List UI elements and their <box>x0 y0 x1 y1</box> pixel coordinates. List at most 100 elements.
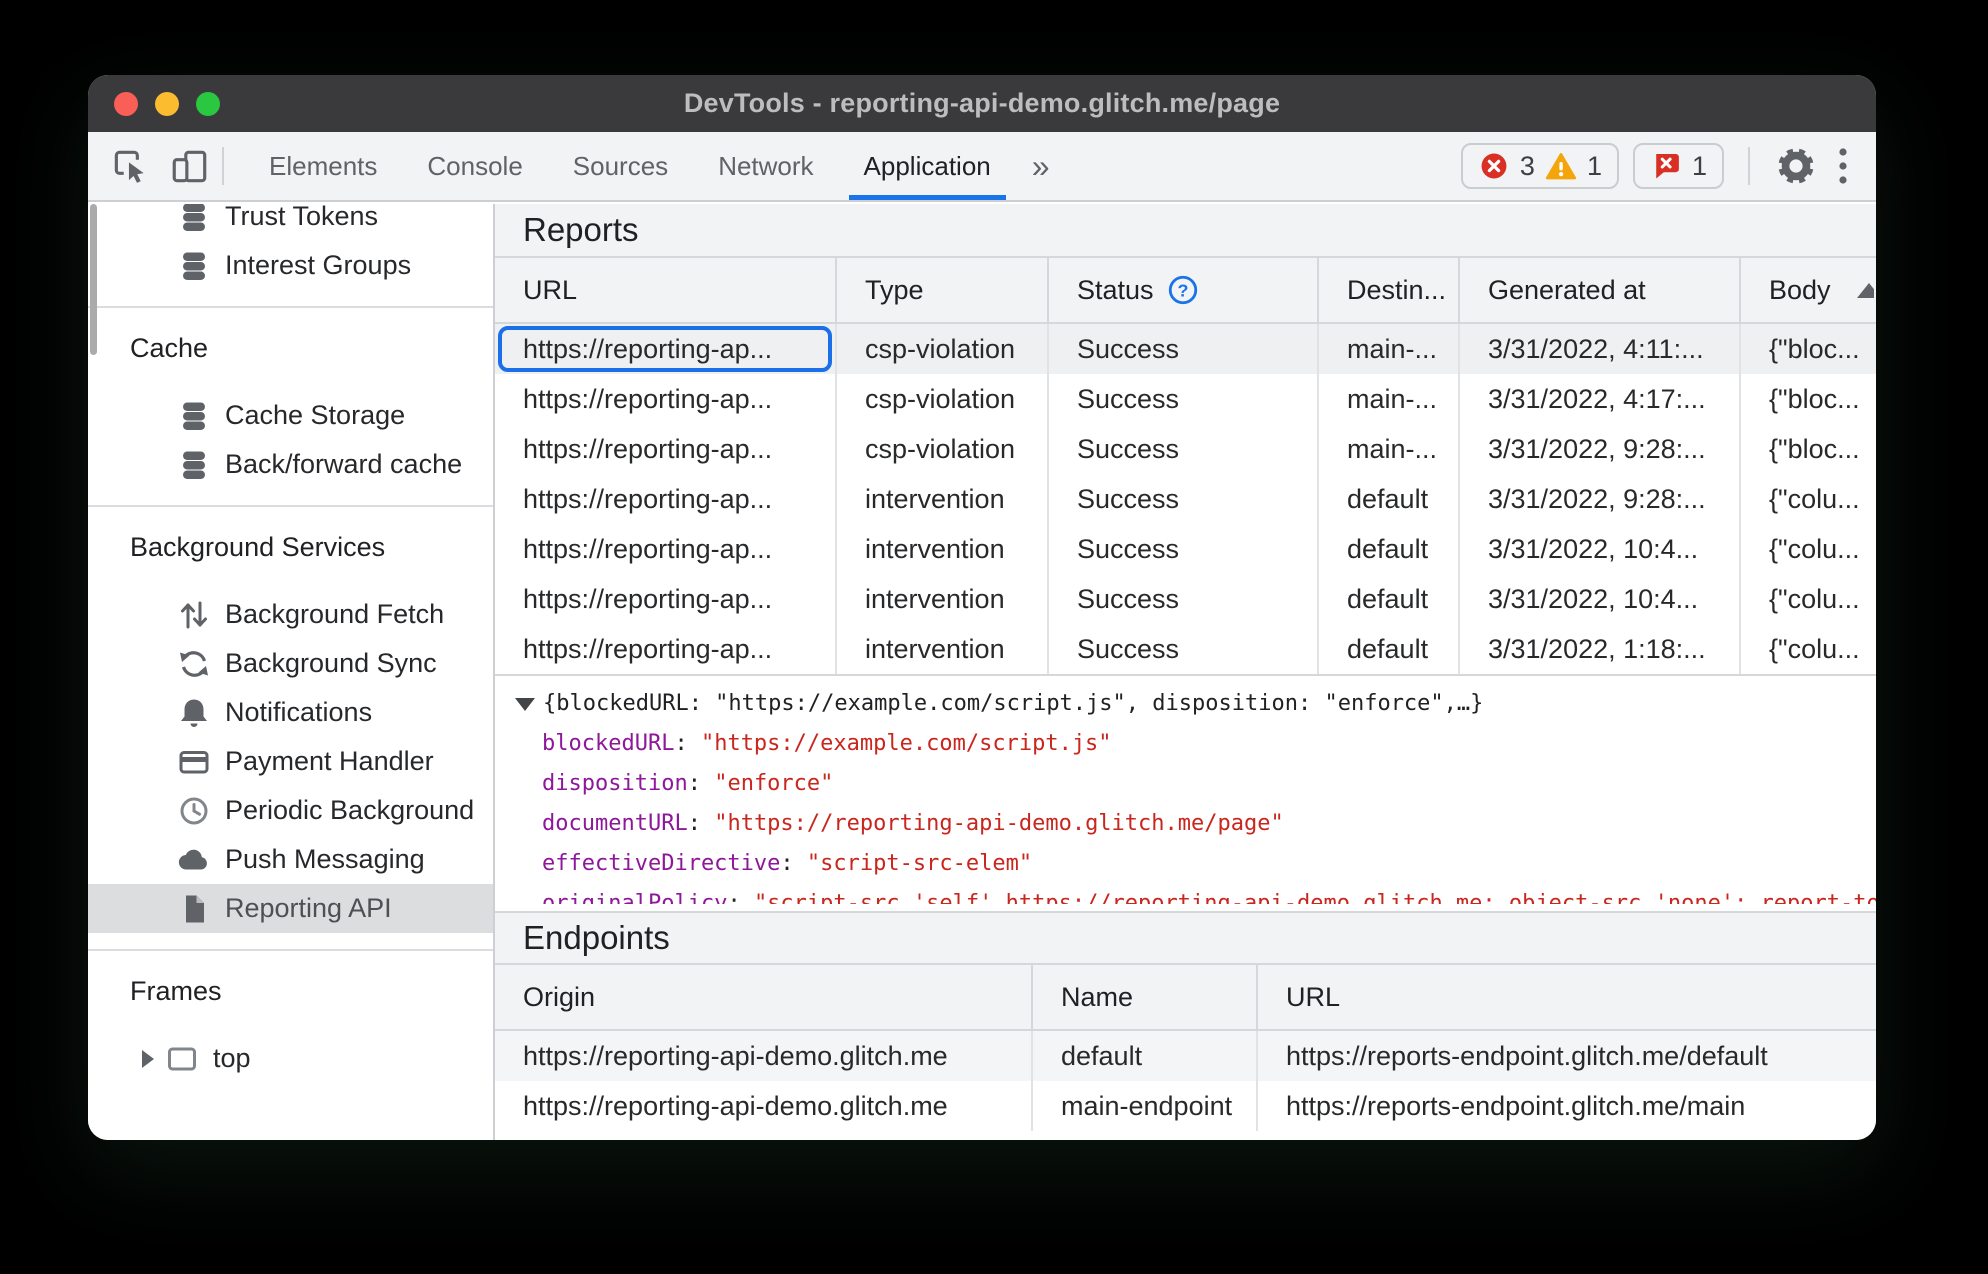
zoom-window-button[interactable] <box>196 91 220 116</box>
cell-generated-at[interactable]: 3/31/2022, 10:4... <box>1460 524 1741 574</box>
sidebar-entry[interactable]: Cache Storage <box>88 391 493 440</box>
sidebar-entry[interactable]: Reporting API <box>88 884 493 933</box>
cell-status[interactable]: Success <box>1049 474 1319 524</box>
cell-destination[interactable]: default <box>1319 524 1460 574</box>
more-tabs-button[interactable]: » <box>1016 132 1066 200</box>
settings-gear-icon[interactable] <box>1774 144 1818 188</box>
cell-name[interactable]: default <box>1033 1031 1258 1081</box>
sidebar-entry[interactable]: Payment Handler <box>88 737 493 786</box>
report-row[interactable]: https://reporting-ap... csp-violation Su… <box>495 374 1876 424</box>
column-header-name[interactable]: Name <box>1033 965 1258 1029</box>
cell-type[interactable]: csp-violation <box>837 374 1049 424</box>
cell-status[interactable]: Success <box>1049 574 1319 624</box>
inspect-element-icon[interactable] <box>108 144 152 188</box>
status-help-icon[interactable]: ? <box>1166 273 1200 307</box>
expand-triangle-icon[interactable] <box>515 697 535 711</box>
cell-url[interactable]: https://reporting-ap... <box>495 324 837 374</box>
sidebar-entry[interactable]: Background Fetch <box>88 590 493 639</box>
cell-url[interactable]: https://reporting-ap... <box>495 374 837 424</box>
sidebar-entry[interactable]: Notifications <box>88 688 493 737</box>
minimize-window-button[interactable] <box>155 91 179 116</box>
cell-body[interactable]: {"colu... <box>1741 524 1874 574</box>
column-header-generated[interactable]: Generated at <box>1460 258 1741 322</box>
sidebar-entry-label: Payment Handler <box>225 746 434 776</box>
cell-destination[interactable]: default <box>1319 574 1460 624</box>
column-header-origin[interactable]: Origin <box>495 965 1033 1029</box>
cell-origin[interactable]: https://reporting-api-demo.glitch.me <box>495 1081 1033 1131</box>
panel-tab[interactable]: Console <box>402 132 547 200</box>
endpoint-row[interactable]: https://reporting-api-demo.glitch.me def… <box>495 1031 1876 1081</box>
cell-type[interactable]: intervention <box>837 574 1049 624</box>
column-header-body[interactable]: Body <box>1741 258 1874 322</box>
cell-destination[interactable]: main-... <box>1319 424 1460 474</box>
cell-generated-at[interactable]: 3/31/2022, 9:28:... <box>1460 424 1741 474</box>
cell-body[interactable]: {"colu... <box>1741 474 1874 524</box>
cell-status[interactable]: Success <box>1049 524 1319 574</box>
cell-type[interactable]: csp-violation <box>837 324 1049 374</box>
sidebar-entry[interactable]: Interest Groups <box>88 241 493 290</box>
cell-status[interactable]: Success <box>1049 624 1319 674</box>
column-header-endpoint-url[interactable]: URL <box>1258 965 1874 1029</box>
column-header-url[interactable]: URL <box>495 258 837 322</box>
cell-destination[interactable]: main-... <box>1319 374 1460 424</box>
cell-body[interactable]: {"bloc... <box>1741 324 1874 374</box>
report-row[interactable]: https://reporting-ap... intervention Suc… <box>495 574 1876 624</box>
column-header-type[interactable]: Type <box>837 258 1049 322</box>
disclosure-triangle-icon[interactable] <box>142 1049 154 1068</box>
cell-origin[interactable]: https://reporting-api-demo.glitch.me <box>495 1031 1033 1081</box>
cell-type[interactable]: intervention <box>837 624 1049 674</box>
sidebar-entry: Background Services <box>88 523 493 572</box>
sidebar-entry[interactable]: Trust Tokens <box>88 204 493 241</box>
panel-tab[interactable]: Elements <box>244 132 402 200</box>
cell-type[interactable]: intervention <box>837 524 1049 574</box>
panel-tab[interactable]: Sources <box>548 132 693 200</box>
cell-url[interactable]: https://reporting-ap... <box>495 574 837 624</box>
endpoint-row[interactable]: https://reporting-api-demo.glitch.me mai… <box>495 1081 1876 1131</box>
column-header-destination[interactable]: Destin... <box>1319 258 1460 322</box>
report-row[interactable]: https://reporting-ap... csp-violation Su… <box>495 324 1876 374</box>
cell-url[interactable]: https://reporting-ap... <box>495 424 837 474</box>
kebab-menu-icon[interactable] <box>1832 144 1854 188</box>
report-row[interactable]: https://reporting-ap... intervention Suc… <box>495 474 1876 524</box>
report-row[interactable]: https://reporting-ap... csp-violation Su… <box>495 424 1876 474</box>
cell-url[interactable]: https://reporting-ap... <box>495 624 837 674</box>
cell-url[interactable]: https://reporting-ap... <box>495 474 837 524</box>
cell-generated-at[interactable]: 3/31/2022, 9:28:... <box>1460 474 1741 524</box>
cell-status[interactable]: Success <box>1049 424 1319 474</box>
cell-destination[interactable]: main-... <box>1319 324 1460 374</box>
cell-generated-at[interactable]: 3/31/2022, 4:11:... <box>1460 324 1741 374</box>
cell-generated-at[interactable]: 3/31/2022, 1:18:... <box>1460 624 1741 674</box>
sidebar-entry[interactable]: top <box>88 1034 493 1083</box>
console-summary-button[interactable]: 3 1 <box>1460 143 1619 189</box>
cell-endpoint-url[interactable]: https://reports-endpoint.glitch.me/defau… <box>1258 1031 1874 1081</box>
cell-endpoint-url[interactable]: https://reports-endpoint.glitch.me/main <box>1258 1081 1874 1131</box>
issues-button[interactable]: 1 <box>1632 143 1724 189</box>
cell-generated-at[interactable]: 3/31/2022, 10:4... <box>1460 574 1741 624</box>
cell-status[interactable]: Success <box>1049 374 1319 424</box>
cell-name[interactable]: main-endpoint <box>1033 1081 1258 1131</box>
sidebar-entry[interactable]: Push Messaging <box>88 835 493 884</box>
panel-tab[interactable]: Application <box>839 132 1016 200</box>
close-window-button[interactable] <box>114 91 138 116</box>
cell-body[interactable]: {"colu... <box>1741 624 1874 674</box>
sidebar-entry[interactable]: Background Sync <box>88 639 493 688</box>
sidebar-scrollbar[interactable] <box>90 204 97 355</box>
column-header-status[interactable]: Status ? <box>1049 258 1319 322</box>
cell-destination[interactable]: default <box>1319 474 1460 524</box>
report-row[interactable]: https://reporting-ap... intervention Suc… <box>495 524 1876 574</box>
report-body-preview[interactable]: {blockedURL: "https://example.com/script… <box>495 684 1876 724</box>
cell-url[interactable]: https://reporting-ap... <box>495 524 837 574</box>
cell-destination[interactable]: default <box>1319 624 1460 674</box>
cell-generated-at[interactable]: 3/31/2022, 4:17:... <box>1460 374 1741 424</box>
cell-body[interactable]: {"bloc... <box>1741 424 1874 474</box>
cell-body[interactable]: {"colu... <box>1741 574 1874 624</box>
report-row[interactable]: https://reporting-ap... intervention Suc… <box>495 624 1876 674</box>
sidebar-entry[interactable]: Back/forward cache <box>88 440 493 489</box>
cell-type[interactable]: intervention <box>837 474 1049 524</box>
cell-status[interactable]: Success <box>1049 324 1319 374</box>
sidebar-entry[interactable]: Periodic Background <box>88 786 493 835</box>
cell-type[interactable]: csp-violation <box>837 424 1049 474</box>
panel-tab[interactable]: Network <box>693 132 838 200</box>
cell-body[interactable]: {"bloc... <box>1741 374 1874 424</box>
device-toolbar-icon[interactable] <box>168 144 212 188</box>
